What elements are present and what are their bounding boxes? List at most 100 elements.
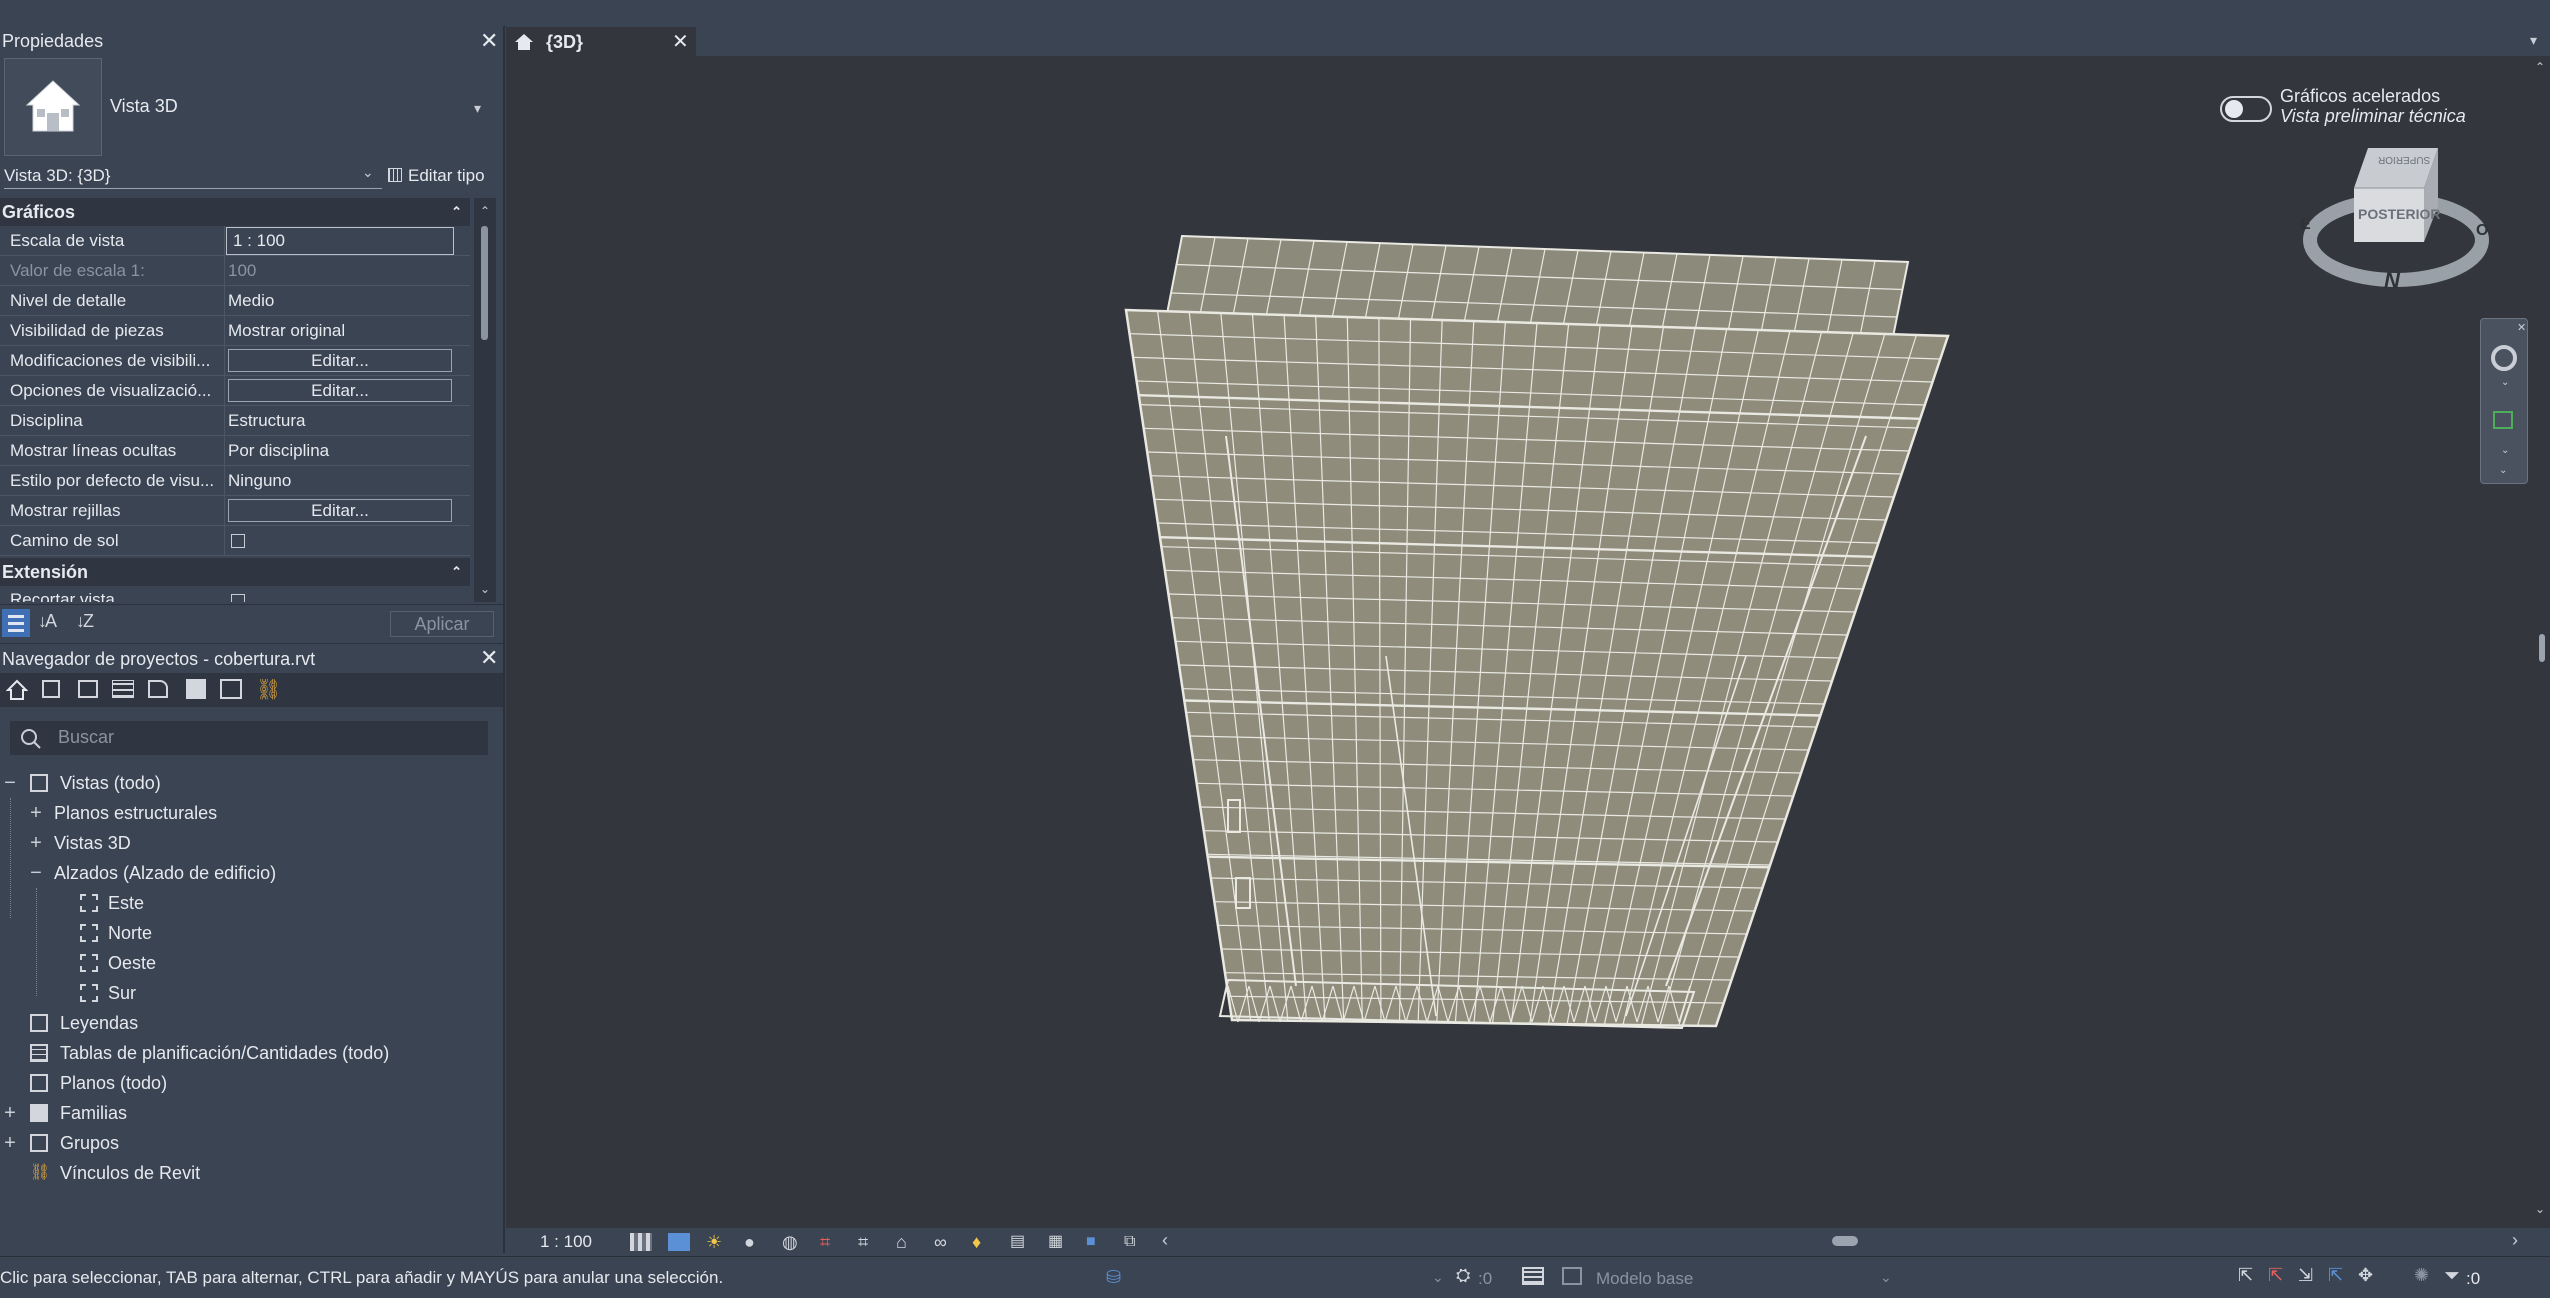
browser-tree-item[interactable]: Sur — [0, 978, 490, 1008]
view-cube[interactable]: POSTERIOR SUPERIOR N E O — [2296, 140, 2494, 300]
browser-close-icon[interactable]: ✕ — [480, 643, 498, 673]
browser-tree-item[interactable]: + Planos estructurales — [0, 798, 490, 828]
tab-3d[interactable]: {3D} ✕ — [506, 27, 696, 57]
select-by-face-icon[interactable]: ⇱ — [2328, 1265, 2343, 1286]
legends-icon[interactable] — [78, 680, 98, 698]
browser-search-input[interactable]: Buscar — [10, 721, 488, 755]
expand-icon[interactable]: + — [28, 828, 44, 858]
browser-tree-item[interactable]: Leyendas — [0, 1008, 490, 1038]
model-dropdown-arrow[interactable]: ⌄ — [1880, 1269, 1892, 1286]
families-icon[interactable] — [186, 679, 206, 699]
workset-dropdown-arrow[interactable]: ⌄ — [1432, 1269, 1444, 1286]
browser-tree-item[interactable]: Oeste — [0, 948, 490, 978]
model-selector[interactable]: Modelo base — [1596, 1269, 1693, 1289]
3d-viewport[interactable] — [506, 56, 2540, 1228]
background-process-icon[interactable]: ✺ — [2414, 1265, 2429, 1286]
section-graphics[interactable]: Gráficos ⌃ — [0, 198, 470, 226]
property-edit-button[interactable]: Editar... — [228, 499, 452, 522]
sort-ascending-icon[interactable]: ↓A — [38, 611, 57, 632]
accelerated-graphics-toggle[interactable] — [2220, 96, 2272, 122]
instance-dropdown-arrow[interactable]: ⌄ — [362, 164, 374, 181]
view-scale-input[interactable]: 1 : 100 — [226, 227, 454, 255]
browser-tree-item[interactable]: Tablas de planificación/Cantidades (todo… — [0, 1038, 490, 1068]
type-selector[interactable] — [0, 58, 503, 158]
worksets-icon[interactable]: ⛁ — [1106, 1267, 1128, 1287]
property-value[interactable]: Ninguno — [228, 466, 291, 495]
select-links-icon[interactable]: ⇱ — [2238, 1265, 2253, 1286]
browser-tree-item[interactable]: + Grupos — [0, 1128, 490, 1158]
expand-icon[interactable]: + — [2, 1128, 18, 1158]
collapse-icon[interactable]: ⌃ — [451, 198, 462, 226]
sun-path-checkbox[interactable] — [231, 534, 245, 548]
properties-scrollbar[interactable]: ⌃ ⌄ — [474, 198, 496, 602]
show-crop-icon[interactable]: ⌗ — [858, 1233, 880, 1251]
expand-icon[interactable]: + — [2, 1098, 18, 1128]
section-extent[interactable]: Extensión ⌃ — [0, 558, 470, 586]
navbar-close-icon[interactable]: ✕ — [2517, 321, 2526, 334]
browser-tree-item[interactable]: ⛓ Vínculos de Revit — [0, 1158, 490, 1188]
steering-wheel-icon[interactable] — [2491, 345, 2517, 371]
filter-icon[interactable]: ⏷ — [2444, 1265, 2460, 1288]
hscroll-thumb[interactable] — [1832, 1236, 1858, 1246]
drag-elements-icon[interactable]: ✥ — [2358, 1265, 2373, 1286]
browser-home-icon[interactable] — [6, 679, 28, 701]
sort-descending-icon[interactable]: ↓Z — [76, 611, 94, 632]
reveal-hidden-icon[interactable]: ♦ — [972, 1233, 994, 1251]
scroll-down-icon[interactable]: ⌄ — [480, 582, 490, 596]
analytical-model-icon[interactable]: ■ — [1086, 1233, 1108, 1251]
tab-list-icon[interactable]: ▾ — [2530, 32, 2537, 49]
sun-path-icon[interactable]: ☀ — [706, 1233, 728, 1251]
apply-button[interactable]: Aplicar — [390, 611, 494, 637]
browser-tree-item[interactable]: + Familias — [0, 1098, 490, 1128]
property-edit-button[interactable]: Editar... — [228, 349, 452, 372]
select-underlay-icon[interactable]: ⇱ — [2268, 1265, 2283, 1286]
categorize-icon[interactable] — [2, 609, 30, 637]
constraints-icon[interactable]: ⧉ — [1124, 1233, 1146, 1251]
view-scale[interactable]: 1 : 100 — [540, 1232, 592, 1252]
property-edit-button[interactable]: Editar... — [228, 379, 452, 402]
temporary-properties-icon[interactable]: ▤ — [1010, 1233, 1032, 1251]
browser-tree-item[interactable]: + Vistas 3D — [0, 828, 490, 858]
zoom-region-icon[interactable] — [2493, 411, 2513, 429]
detail-level-icon[interactable] — [630, 1233, 652, 1251]
hscroll-left-icon[interactable]: ‹ — [1162, 1230, 1168, 1251]
zoom-dropdown-icon[interactable]: ⌄ — [2501, 445, 2509, 456]
property-value[interactable]: Estructura — [228, 406, 305, 435]
visual-style-icon[interactable] — [668, 1233, 690, 1251]
browser-tree-item[interactable]: Norte — [0, 918, 490, 948]
scroll-thumb[interactable] — [481, 226, 488, 340]
collapse-icon[interactable]: ⌃ — [451, 558, 462, 586]
property-value[interactable]: Por disciplina — [228, 436, 329, 465]
temporary-hide-icon[interactable]: ∞ — [934, 1233, 956, 1251]
views-icon[interactable] — [42, 680, 60, 698]
browser-tree-item[interactable]: − Vistas (todo) — [0, 768, 490, 798]
vscroll-thumb[interactable] — [2539, 634, 2545, 662]
browser-tree-item[interactable]: Este — [0, 888, 490, 918]
worksharing-icon[interactable]: ▦ — [1048, 1233, 1070, 1251]
edit-type-button[interactable]: Editar tipo — [386, 166, 502, 188]
wheel-dropdown-icon[interactable]: ⌄ — [2501, 377, 2509, 388]
editable-only-icon[interactable]: ⛭ — [1456, 1265, 1478, 1287]
scroll-up-icon[interactable]: ⌃ — [480, 204, 490, 218]
browser-tree-item[interactable]: − Alzados (Alzado de edificio) — [0, 858, 490, 888]
groups-icon[interactable] — [220, 679, 242, 699]
instance-selector[interactable]: Vista 3D: {3D} — [4, 166, 110, 186]
model-icon[interactable] — [1562, 1267, 1582, 1285]
shadows-icon[interactable]: ● — [744, 1233, 766, 1251]
hscroll-right-icon[interactable]: › — [2512, 1230, 2518, 1251]
vscroll-down-icon[interactable]: ⌄ — [2535, 1202, 2545, 1216]
crop-view-icon[interactable]: ⌗ — [820, 1233, 842, 1251]
navbar-menu-icon[interactable]: ⌄ — [2499, 465, 2507, 476]
sheets-icon[interactable] — [148, 680, 168, 698]
tab-close-icon[interactable]: ✕ — [672, 27, 689, 57]
select-pinned-icon[interactable]: ⇲ — [2298, 1265, 2313, 1286]
unlocked-view-icon[interactable]: ⌂ — [896, 1233, 918, 1251]
revit-links-icon[interactable]: ⛓ — [256, 677, 281, 702]
viewport-vscrollbar[interactable]: ⌃ ⌄ — [2532, 56, 2550, 1228]
browser-tree-item[interactable]: Planos (todo) — [0, 1068, 490, 1098]
crop-checkbox[interactable] — [231, 594, 245, 602]
properties-close-icon[interactable]: ✕ — [480, 26, 498, 56]
property-value[interactable]: Mostrar original — [228, 316, 345, 345]
vscroll-up-icon[interactable]: ⌃ — [2535, 60, 2545, 74]
schedules-icon[interactable] — [112, 680, 134, 698]
